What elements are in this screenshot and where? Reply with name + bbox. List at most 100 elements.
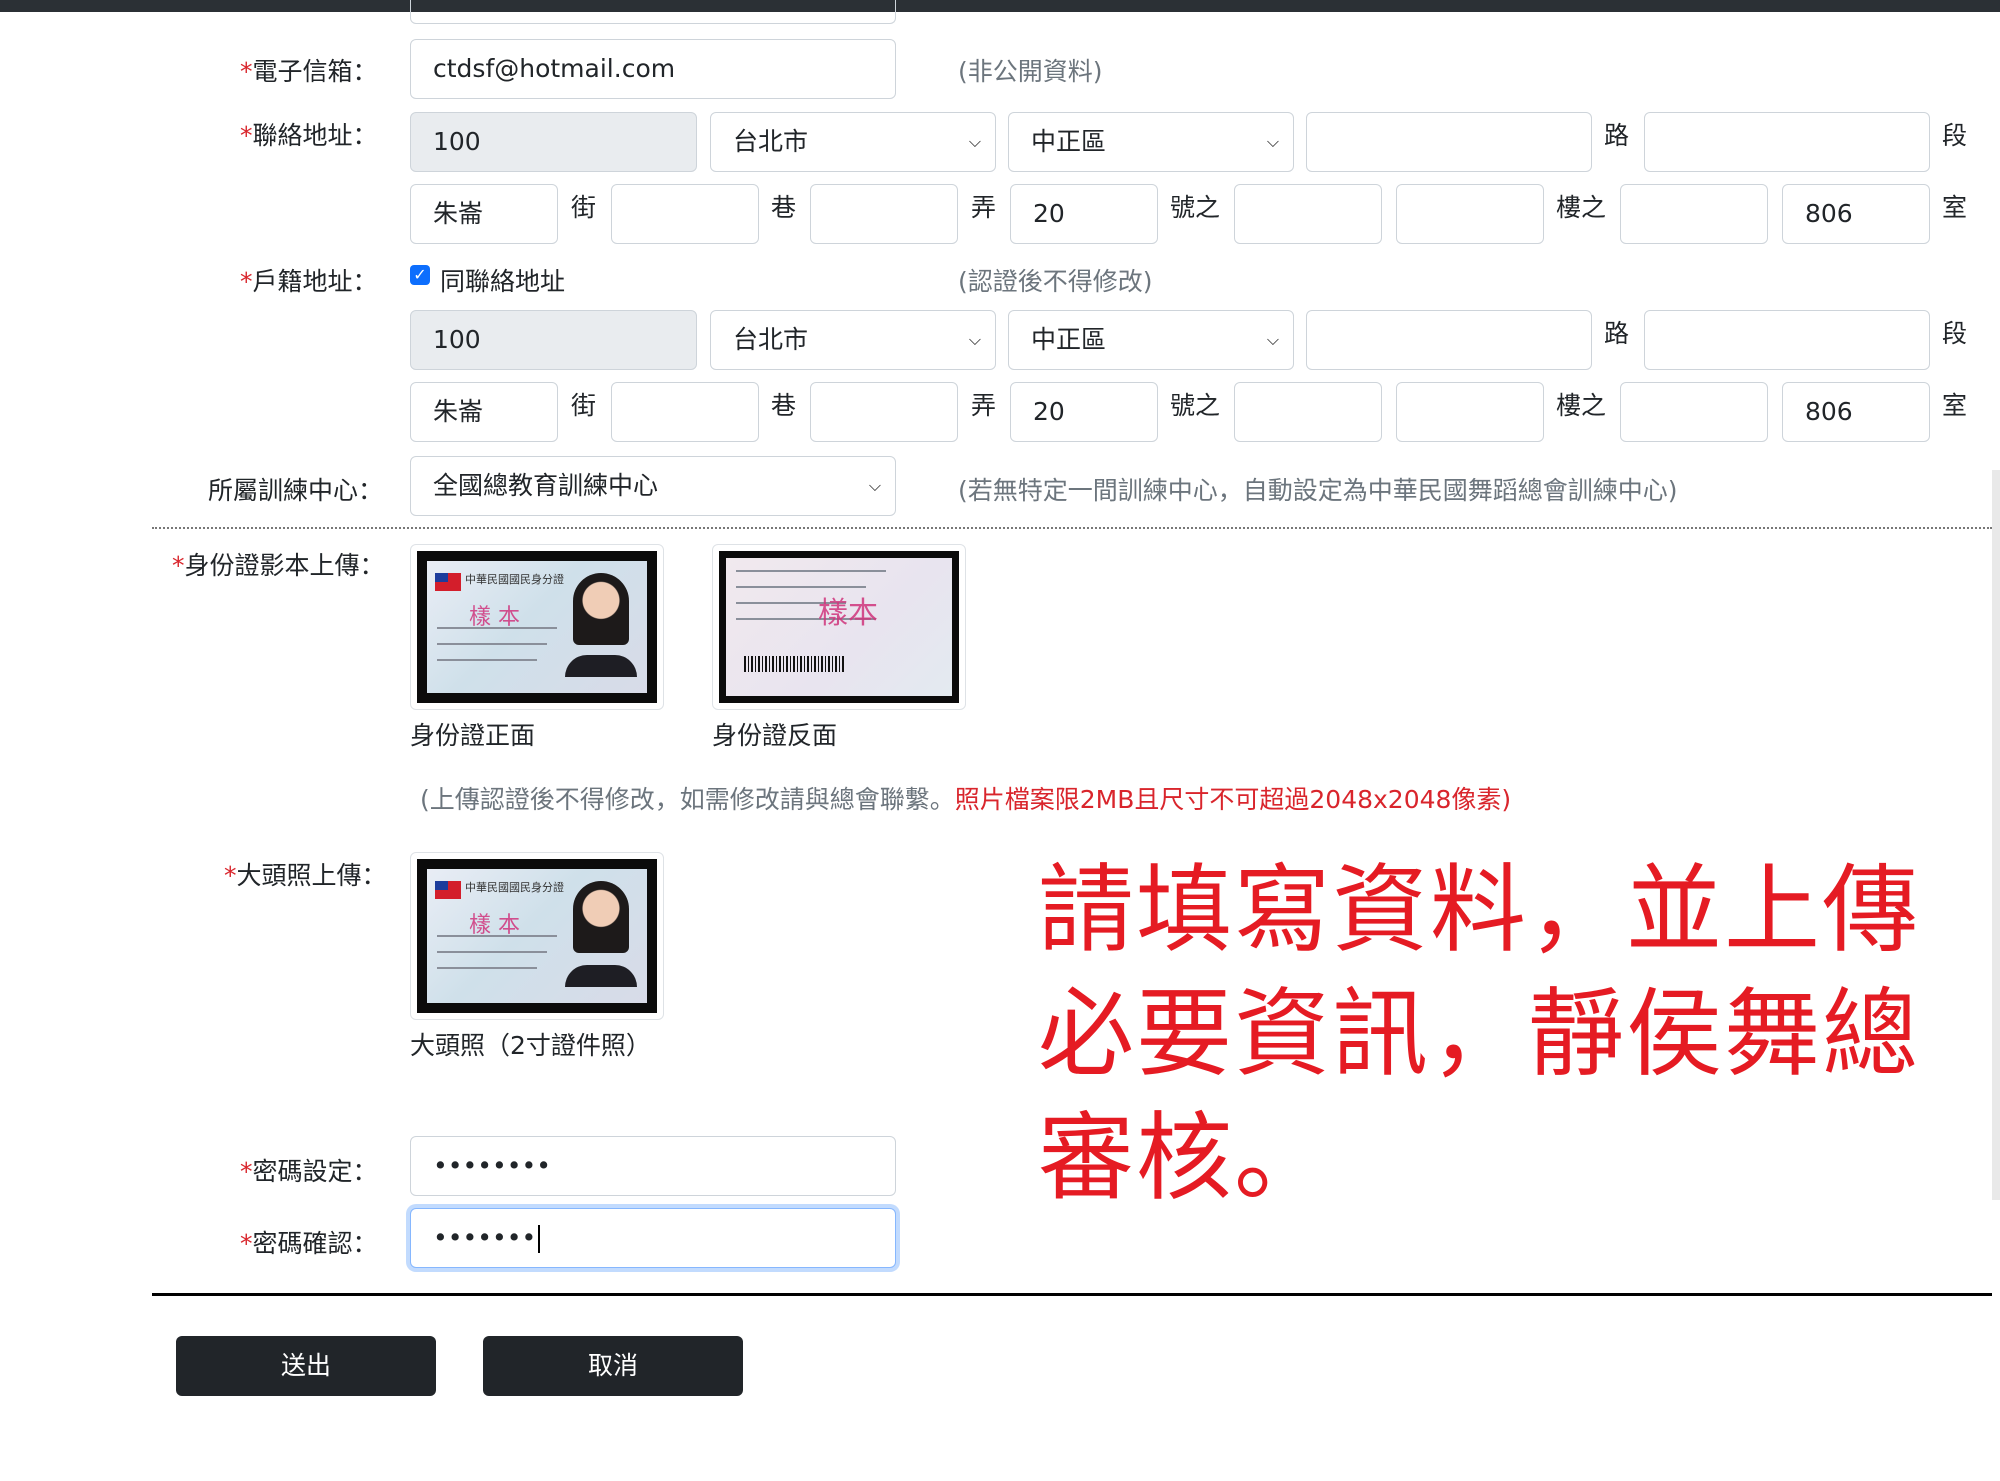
flag-icon xyxy=(435,881,461,899)
scrollbar[interactable] xyxy=(1992,470,2000,1200)
contact-lane-field[interactable] xyxy=(611,184,759,244)
id-front-thumbnail[interactable]: 中華民國國民身分證 樣 本 xyxy=(410,544,664,710)
cancel-button[interactable]: 取消 xyxy=(483,1336,743,1396)
photo-caption: 大頭照（2寸證件照） xyxy=(410,1031,651,1060)
sample-stamp: 樣本 xyxy=(818,596,878,631)
photo-thumbnail[interactable]: 中華民國國民身分證 樣 本 xyxy=(410,852,664,1020)
section-unit: 段 xyxy=(1942,319,1968,348)
training-center-hint: (若無特定一間訓練中心，自動設定為中華民國舞蹈總會訓練中心) xyxy=(958,476,1678,505)
contact-district-select[interactable]: 中正區 ⌵ xyxy=(1008,112,1294,172)
submit-button[interactable]: 送出 xyxy=(176,1336,436,1396)
portrait-shoulders xyxy=(565,965,637,987)
household-lane-field[interactable] xyxy=(611,382,759,442)
household-floor-field[interactable] xyxy=(1396,382,1544,442)
road-unit: 路 xyxy=(1604,319,1630,348)
household-room-field[interactable]: 806 xyxy=(1782,382,1930,442)
email-hint: (非公開資料) xyxy=(958,57,1103,86)
password-confirm-field[interactable]: ••••••• xyxy=(410,1208,896,1268)
household-road-field[interactable] xyxy=(1306,310,1592,370)
number-unit: 號之 xyxy=(1170,391,1221,420)
street-unit: 街 xyxy=(571,391,597,420)
chevron-down-icon: ⌵ xyxy=(968,132,981,151)
contact-section-field[interactable] xyxy=(1644,112,1930,172)
card-text-line xyxy=(736,570,886,572)
contact-floor-field[interactable] xyxy=(1396,184,1544,244)
card-text-line xyxy=(437,627,557,629)
contact-number-field[interactable]: 20 xyxy=(1010,184,1158,244)
password-field[interactable]: •••••••• xyxy=(410,1136,896,1196)
section-unit: 段 xyxy=(1942,121,1968,150)
room-unit: 室 xyxy=(1942,193,1968,222)
barcode-icon xyxy=(744,656,844,672)
household-address-label: *戶籍地址： xyxy=(240,267,378,296)
card-text-line xyxy=(437,935,557,937)
photo-upload-label: *大頭照上傳： xyxy=(224,861,387,890)
browser-top-bar xyxy=(0,0,2000,12)
id-card-front-image: 中華民國國民身分證 樣 本 xyxy=(417,551,657,703)
chevron-down-icon: ⌵ xyxy=(1266,132,1279,151)
household-city-select[interactable]: 台北市 ⌵ xyxy=(710,310,996,370)
email-field[interactable]: ctdsf@hotmail.com xyxy=(410,39,896,99)
card-text-line xyxy=(437,951,547,953)
form-footer-divider xyxy=(152,1293,1992,1296)
upload-note: (上傳認證後不得修改，如需修改請與總會聯繫。照片檔案限2MB且尺寸不可超過204… xyxy=(420,785,1512,814)
contact-road-name-field[interactable]: 朱崙 xyxy=(410,184,558,244)
contact-road-field[interactable] xyxy=(1306,112,1592,172)
card-text-line xyxy=(437,643,547,645)
password-confirm-label: *密碼確認： xyxy=(240,1229,378,1258)
street-unit: 街 xyxy=(571,193,597,222)
password-label: *密碼設定： xyxy=(240,1157,378,1186)
chevron-down-icon: ⌵ xyxy=(868,476,881,495)
id-upload-label: *身份證影本上傳： xyxy=(172,551,385,580)
id-front-caption: 身份證正面 xyxy=(410,721,536,750)
card-text-line xyxy=(437,967,537,969)
same-as-contact-checkbox[interactable]: ✓ xyxy=(410,265,430,285)
id-back-thumbnail[interactable]: 樣本 xyxy=(712,544,966,710)
household-section-field[interactable] xyxy=(1644,310,1930,370)
road-unit: 路 xyxy=(1604,121,1630,150)
contact-number-sub-field[interactable] xyxy=(1234,184,1382,244)
email-label: *電子信箱： xyxy=(240,57,378,86)
alley-unit: 弄 xyxy=(971,193,997,222)
upload-size-note: 照片檔案限2MB且尺寸不可超過2048x2048像素) xyxy=(954,785,1512,814)
contact-address-label: *聯絡地址： xyxy=(240,121,378,150)
chevron-down-icon: ⌵ xyxy=(968,330,981,349)
flag-icon xyxy=(435,573,461,591)
contact-floor-sub-field[interactable] xyxy=(1620,184,1768,244)
overlay-notice: 請填寫資料，並上傳必要資訊，靜侯舞總審核。 xyxy=(1038,854,1920,1214)
lane-unit: 巷 xyxy=(771,391,797,420)
chevron-down-icon: ⌵ xyxy=(1266,330,1279,349)
lane-unit: 巷 xyxy=(771,193,797,222)
id-card-title: 中華民國國民身分證 xyxy=(465,881,564,894)
checkmark-icon: ✓ xyxy=(413,265,427,284)
card-text-line xyxy=(437,659,537,661)
section-divider xyxy=(152,527,1992,529)
id-back-caption: 身份證反面 xyxy=(712,721,838,750)
contact-zip-field: 100 xyxy=(410,112,697,172)
contact-alley-field[interactable] xyxy=(810,184,958,244)
floor-unit: 樓之 xyxy=(1556,193,1607,222)
household-number-field[interactable]: 20 xyxy=(1010,382,1158,442)
photo-image: 中華民國國民身分證 樣 本 xyxy=(417,859,657,1013)
contact-city-select[interactable]: 台北市 ⌵ xyxy=(710,112,996,172)
previous-field-bottom xyxy=(410,0,896,24)
training-center-label: 所屬訓練中心： xyxy=(208,476,384,505)
floor-unit: 樓之 xyxy=(1556,391,1607,420)
contact-room-field[interactable]: 806 xyxy=(1782,184,1930,244)
household-road-name-field[interactable]: 朱崙 xyxy=(410,382,558,442)
id-card-title: 中華民國國民身分證 xyxy=(465,573,564,586)
same-as-contact-label[interactable]: 同聯絡地址 xyxy=(440,262,565,298)
portrait-image xyxy=(573,881,629,953)
alley-unit: 弄 xyxy=(971,391,997,420)
household-floor-sub-field[interactable] xyxy=(1620,382,1768,442)
household-alley-field[interactable] xyxy=(810,382,958,442)
household-zip-field: 100 xyxy=(410,310,697,370)
household-number-sub-field[interactable] xyxy=(1234,382,1382,442)
id-card-back-image: 樣本 xyxy=(719,551,959,703)
text-caret xyxy=(538,1225,541,1253)
training-center-select[interactable]: 全國總教育訓練中心 ⌵ xyxy=(410,456,896,516)
household-district-select[interactable]: 中正區 ⌵ xyxy=(1008,310,1294,370)
portrait-image xyxy=(573,573,629,645)
room-unit: 室 xyxy=(1942,391,1968,420)
household-hint: (認證後不得修改) xyxy=(958,267,1153,296)
